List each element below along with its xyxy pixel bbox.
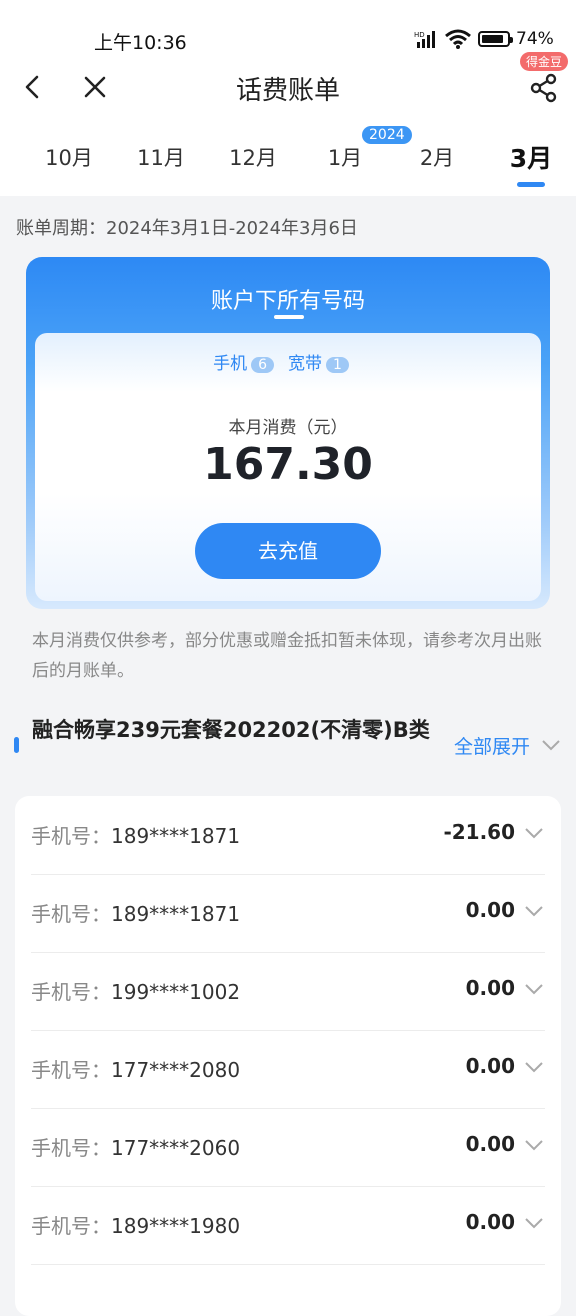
card-title: 账户下所有号码 [210, 289, 365, 314]
battery-icon [478, 31, 513, 47]
month-tabs: 2024 10月 11月 12月 1月 2月 3月 [0, 126, 576, 192]
phone-row[interactable]: 手机号：189****1871 -21.60 [31, 796, 545, 875]
plan-accent-bar [14, 737, 19, 753]
page-title: 话费账单 [235, 76, 340, 106]
summary-card: 账户下所有号码 手机 6 宽带 1 本月消费（元） 167.30 去充值 [26, 257, 550, 609]
broadband-tag-label[interactable]: 宽带 [288, 354, 322, 374]
tab-month-3[interactable]: 3月 [496, 139, 566, 175]
chevron-down-icon[interactable] [523, 1212, 545, 1234]
phone-label: 手机号： [31, 980, 111, 1004]
plan-title: 融合畅享239元套餐202202(不清零)B类 [32, 718, 430, 742]
chevron-down-icon[interactable] [523, 822, 545, 844]
tab-month-1[interactable]: 1月 [310, 142, 380, 172]
tab-month-12[interactable]: 12月 [218, 142, 288, 172]
consume-amount: 167.30 [203, 439, 373, 490]
phone-label: 手机号： [31, 1058, 111, 1082]
active-tab-indicator [517, 182, 545, 187]
phone-number: 189****1871 [111, 824, 241, 848]
tab-month-2[interactable]: 2月 [402, 142, 472, 172]
phone-label: 手机号： [31, 824, 111, 848]
chevron-down-icon[interactable] [523, 1134, 545, 1156]
nav-bar: 话费账单 [0, 64, 576, 114]
phone-amount: 0.00 [465, 898, 515, 922]
status-bar: 上午10:36 HD 74% [0, 0, 576, 64]
phone-label: 手机号： [31, 1214, 111, 1238]
phone-number: 199****1002 [111, 980, 241, 1004]
phone-label: 手机号： [31, 1136, 111, 1160]
phone-list: 手机号：189****1871 -21.60 手机号：189****1871 0… [15, 796, 561, 1316]
chevron-down-icon[interactable] [523, 900, 545, 922]
status-time: 上午10:36 [94, 32, 187, 54]
title-indicator [274, 315, 304, 319]
number-tags: 手机 6 宽带 1 [35, 349, 541, 374]
phone-row[interactable]: 手机号：177****2080 0.00 [31, 1030, 545, 1109]
chevron-down-icon[interactable] [540, 734, 562, 756]
phone-label: 手机号： [31, 902, 111, 926]
consume-label: 本月消费（元） [228, 418, 348, 438]
phone-row[interactable]: 手机号：199****1002 0.00 [31, 952, 545, 1031]
signal-icon: HD [414, 31, 435, 48]
phone-number: 177****2060 [111, 1136, 241, 1160]
disclaimer-note: 本月消费仅供参考，部分优惠或赠金抵扣暂未体现，请参考次月出账后的月账单。 [32, 631, 542, 681]
bill-period: 账单周期：2024年3月1日-2024年3月6日 [16, 218, 358, 239]
wifi-icon [445, 29, 471, 49]
phone-amount: 0.00 [465, 976, 515, 1000]
gold-bean-badge[interactable]: 得金豆 [520, 52, 569, 71]
phone-number: 189****1980 [111, 1214, 241, 1238]
battery-percent: 74% [516, 29, 554, 49]
chevron-down-icon[interactable] [523, 1056, 545, 1078]
phone-count-badge: 6 [251, 357, 274, 373]
phone-amount: 0.00 [465, 1132, 515, 1156]
expand-all-button[interactable]: 全部展开 [454, 732, 530, 759]
phone-number: 177****2080 [111, 1058, 241, 1082]
tab-month-11[interactable]: 11月 [126, 142, 196, 172]
svg-text:HD: HD [414, 31, 425, 39]
phone-number: 189****1871 [111, 902, 241, 926]
chevron-down-icon[interactable] [523, 978, 545, 1000]
phone-row[interactable]: 手机号：177****2060 0.00 [31, 1108, 545, 1187]
phone-amount: 0.00 [465, 1054, 515, 1078]
recharge-button[interactable]: 去充值 [195, 523, 381, 579]
share-icon[interactable] [528, 72, 560, 104]
phone-row[interactable]: 手机号：189****1980 0.00 [31, 1186, 545, 1265]
phone-amount: 0.00 [465, 1210, 515, 1234]
card-inner: 手机 6 宽带 1 本月消费（元） 167.30 去充值 [35, 333, 541, 601]
phone-row[interactable]: 手机号：189****1871 0.00 [31, 874, 545, 953]
broadband-count-badge: 1 [326, 357, 349, 373]
tab-month-10[interactable]: 10月 [34, 142, 104, 172]
phone-amount: -21.60 [443, 820, 515, 844]
phone-tag-label[interactable]: 手机 [213, 354, 247, 374]
